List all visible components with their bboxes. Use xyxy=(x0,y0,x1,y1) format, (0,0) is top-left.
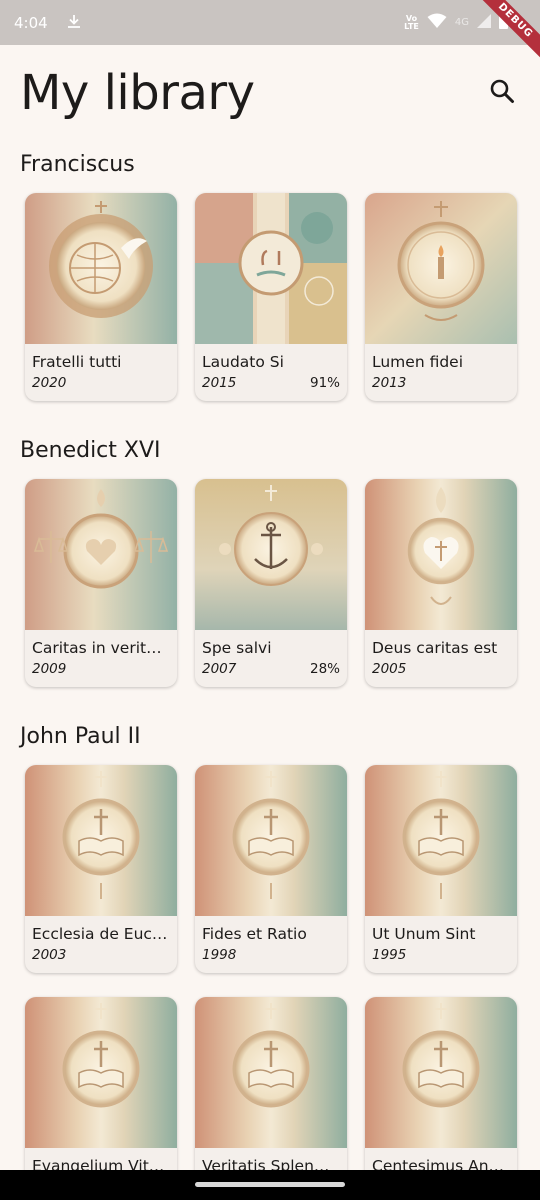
download-icon xyxy=(66,13,82,33)
wifi-icon xyxy=(427,13,447,33)
book-cover-image xyxy=(25,193,177,344)
book-year: 2007 xyxy=(202,661,237,677)
book-card-caritas-in-veritate[interactable]: Caritas in verit… 2009 xyxy=(25,479,177,687)
reading-progress: 91% xyxy=(309,375,340,391)
section-john-paul-ii: John Paul II Ecclesia de Euc… 2003 Fides… xyxy=(0,717,540,1003)
book-cover-image xyxy=(195,193,347,344)
search-button[interactable] xyxy=(486,75,518,107)
book-year: 2003 xyxy=(32,947,67,963)
book-row: Caritas in verit… 2009 Spe salvi 2007 28… xyxy=(0,479,540,687)
book-title: Fratelli tutti xyxy=(32,353,122,371)
book-card-spe-salvi[interactable]: Spe salvi 2007 28% xyxy=(195,479,347,687)
book-card-fides-et-ratio[interactable]: Fides et Ratio 1998 xyxy=(195,765,347,973)
book-year: 1995 xyxy=(372,947,407,963)
page-title: My library xyxy=(20,65,255,121)
book-card-deus-caritas-est[interactable]: Deus caritas est 2005 xyxy=(365,479,517,687)
library-content: Franciscus Fratelli tutti 2020 Laudato S… xyxy=(0,145,540,1200)
book-year: 1998 xyxy=(202,947,237,963)
section-title: Benedict XVI xyxy=(20,438,161,463)
book-cover-image xyxy=(365,997,517,1148)
book-cover-image xyxy=(195,765,347,916)
book-year: 2020 xyxy=(32,375,67,391)
book-title: Ecclesia de Euc… xyxy=(32,925,168,943)
network-label: 4G xyxy=(454,17,469,28)
app-header: My library xyxy=(0,45,540,145)
book-cover-image xyxy=(365,479,517,630)
book-cover-image xyxy=(25,765,177,916)
section-title: Franciscus xyxy=(20,152,135,177)
book-card-ecclesia-de-eucharistia[interactable]: Ecclesia de Euc… 2003 xyxy=(25,765,177,973)
reading-progress: 28% xyxy=(309,661,340,677)
book-year: 2015 xyxy=(202,375,237,391)
book-title: Spe salvi xyxy=(202,639,272,657)
book-title: Deus caritas est xyxy=(372,639,498,657)
book-year: 2013 xyxy=(372,375,407,391)
book-cover-image xyxy=(365,765,517,916)
book-cover-image xyxy=(25,997,177,1148)
book-title: Ut Unum Sint xyxy=(372,925,476,943)
signal-icon xyxy=(477,13,491,33)
section-benedict-xvi: Benedict XVI Caritas in verit… 2009 Spe … xyxy=(0,431,540,717)
book-title: Caritas in verit… xyxy=(32,639,162,657)
book-card-ut-unum-sint[interactable]: Ut Unum Sint 1995 xyxy=(365,765,517,973)
system-navigation-bar xyxy=(0,1170,540,1200)
book-card-laudato-si[interactable]: Laudato Si 2015 91% xyxy=(195,193,347,401)
home-indicator[interactable] xyxy=(195,1182,345,1187)
status-bar: 4:04 Vo LTE 4G DEBUG xyxy=(0,0,540,66)
book-cover-image xyxy=(365,193,517,344)
volte-indicator: Vo LTE xyxy=(404,13,419,31)
book-cover-image xyxy=(195,479,347,630)
book-title: Lumen fidei xyxy=(372,353,464,371)
book-card-fratelli-tutti[interactable]: Fratelli tutti 2020 xyxy=(25,193,177,401)
book-row: Fratelli tutti 2020 Laudato Si 2015 91% … xyxy=(0,193,540,401)
book-cover-image xyxy=(25,479,177,630)
book-row: Ecclesia de Euc… 2003 Fides et Ratio 199… xyxy=(0,765,540,973)
section-title: John Paul II xyxy=(20,724,141,749)
book-title: Fides et Ratio xyxy=(202,925,307,943)
search-icon xyxy=(490,79,514,103)
book-card-lumen-fidei[interactable]: Lumen fidei 2013 xyxy=(365,193,517,401)
section-franciscus: Franciscus Fratelli tutti 2020 Laudato S… xyxy=(0,145,540,431)
status-time: 4:04 xyxy=(14,13,48,32)
book-year: 2009 xyxy=(32,661,67,677)
book-cover-image xyxy=(195,997,347,1148)
book-title: Laudato Si xyxy=(202,353,284,371)
book-year: 2005 xyxy=(372,661,407,677)
